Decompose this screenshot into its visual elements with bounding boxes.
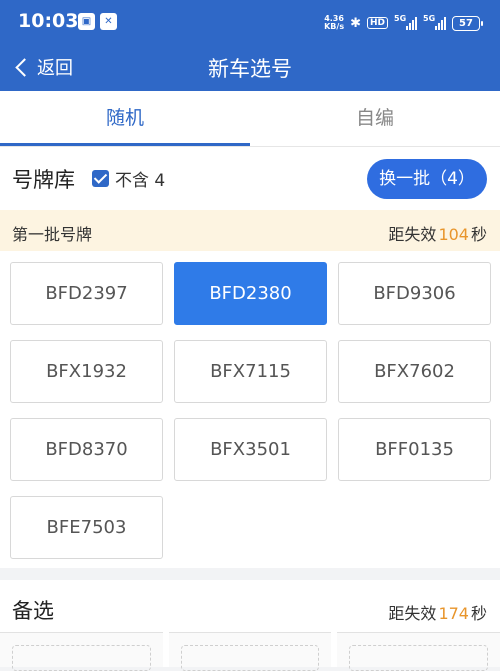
checkbox-label: 不含 4 — [115, 171, 166, 191]
plate-option[interactable]: BFD9306 — [338, 262, 491, 325]
backup-slot[interactable] — [337, 632, 500, 671]
app-notification-icon: ▣ — [78, 13, 95, 30]
signal-label: 5G — [394, 14, 407, 23]
page-title: 新车选号 — [208, 57, 292, 81]
refresh-batch-button[interactable]: 换一批（4） — [367, 159, 487, 199]
plate-option[interactable]: BFX7115 — [174, 340, 327, 403]
backup-header: 备选 距失效 174 秒 — [0, 580, 500, 638]
backup-slots — [0, 632, 500, 671]
batch-title: 第一批号牌 — [12, 225, 93, 244]
backup-slot[interactable] — [168, 632, 332, 671]
status-indicators: 4.36 KB/s ✱ HD 5G 5G 57 — [324, 12, 483, 34]
nav-bar: 返回 新车选号 — [0, 45, 500, 91]
countdown-suffix: 秒 — [470, 604, 487, 623]
batch-info-bar: 第一批号牌 距失效 104 秒 — [0, 210, 500, 251]
tab-bar: 随机 自编 — [0, 91, 500, 147]
batch-countdown: 距失效 104 秒 — [388, 221, 487, 245]
countdown-value: 104 — [438, 225, 469, 244]
backup-slot[interactable] — [0, 632, 163, 671]
plate-option[interactable]: BFX3501 — [174, 418, 327, 481]
exclude-4-checkbox[interactable]: 不含 4 — [92, 166, 165, 191]
plate-option[interactable]: BFX1932 — [10, 340, 163, 403]
countdown-prefix: 距失效 — [388, 604, 437, 623]
battery-icon: 57 — [452, 15, 483, 31]
countdown-suffix: 秒 — [470, 225, 487, 244]
status-time: 10:03 — [18, 10, 79, 32]
plate-option[interactable]: BFF0135 — [338, 418, 491, 481]
section-title: 号牌库 — [12, 168, 75, 192]
signal-icon: 5G — [423, 14, 446, 30]
signal-icon: 5G — [394, 14, 417, 30]
checkbox-checked-icon[interactable] — [92, 170, 109, 187]
bluetooth-icon: ✱ — [350, 15, 361, 31]
plate-option[interactable]: BFD8370 — [10, 418, 163, 481]
app-notification-icon: ✕ — [100, 13, 117, 30]
network-speed: 4.36 KB/s — [324, 15, 344, 31]
plate-option[interactable]: BFD2397 — [10, 262, 163, 325]
plate-grid: BFD2397 BFD2380 BFD9306 BFX1932 BFX7115 … — [10, 262, 491, 559]
plate-option-selected[interactable]: BFD2380 — [174, 262, 327, 325]
plates-area: BFD2397 BFD2380 BFD9306 BFX1932 BFX7115 … — [0, 251, 500, 568]
status-bar: 10:03 ▣ ✕ 4.36 KB/s ✱ HD 5G 5G 57 — [0, 0, 500, 45]
countdown-prefix: 距失效 — [388, 225, 437, 244]
backup-countdown: 距失效 174 秒 — [388, 600, 487, 624]
plate-option[interactable]: BFE7503 — [10, 496, 163, 559]
network-speed-unit: KB/s — [324, 22, 345, 31]
section-title: 备选 — [12, 599, 54, 623]
plate-pool-header: 号牌库 不含 4 换一批（4） — [0, 147, 500, 210]
tab-custom[interactable]: 自编 — [250, 91, 500, 146]
tab-random[interactable]: 随机 — [0, 91, 250, 146]
countdown-value: 174 — [438, 604, 469, 623]
hd-icon: HD — [366, 17, 388, 29]
signal-label: 5G — [423, 14, 436, 23]
plate-option[interactable]: BFX7602 — [338, 340, 491, 403]
